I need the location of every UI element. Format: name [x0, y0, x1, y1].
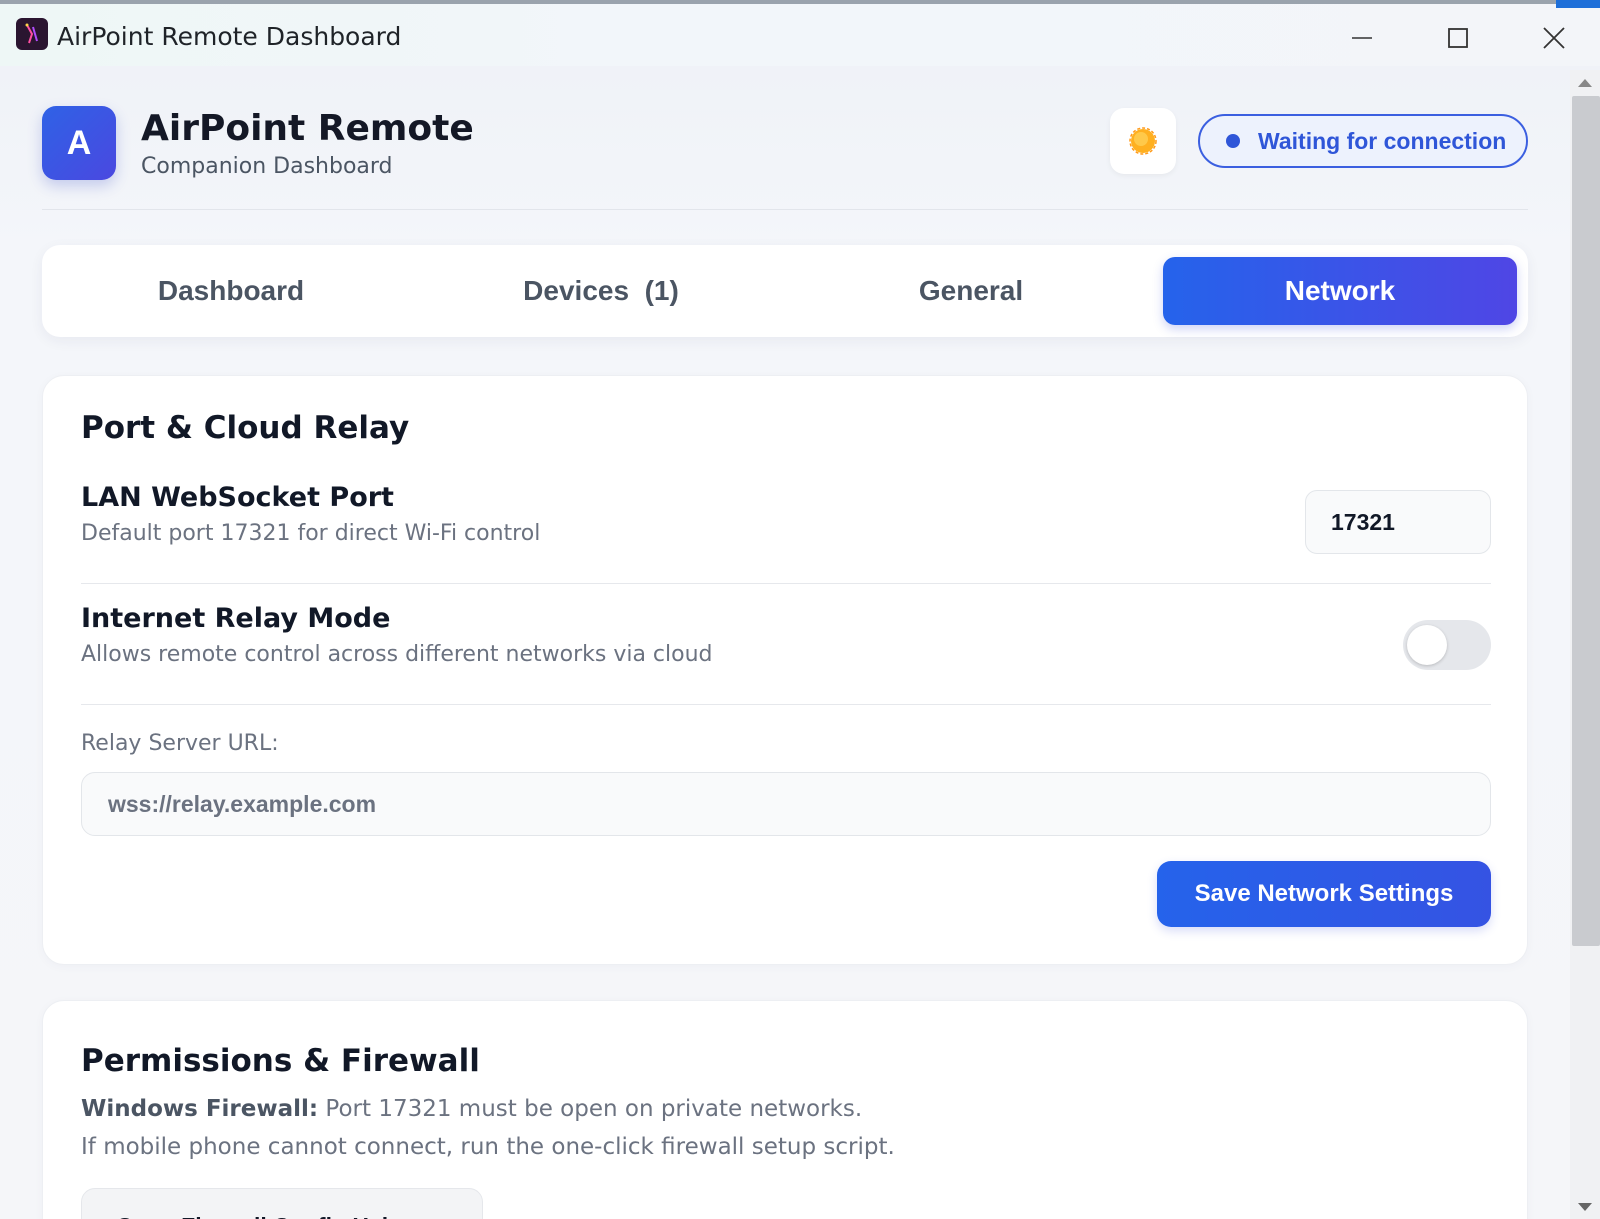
firewall-title: Permissions & Firewall	[81, 1043, 480, 1079]
title-bar: AirPoint Remote Dashboard	[0, 0, 1600, 66]
firewall-label: Windows Firewall:	[81, 1096, 319, 1122]
app-name: AirPoint Remote	[141, 108, 474, 149]
row-divider	[81, 704, 1491, 705]
app-subtitle: Companion Dashboard	[141, 154, 393, 179]
lan-port-input[interactable]: 17321	[1305, 490, 1491, 554]
open-firewall-helper-button[interactable]: Open Firewall Config Helper	[81, 1188, 483, 1219]
save-network-settings-button[interactable]: Save Network Settings	[1157, 861, 1491, 927]
lan-port-label: LAN WebSocket Port	[81, 482, 394, 513]
connection-status-text: Waiting for connection	[1258, 127, 1507, 154]
relay-url-input[interactable]: wss://relay.example.com	[81, 772, 1491, 836]
scroll-up-arrow-icon[interactable]	[1577, 76, 1593, 88]
header-divider	[42, 209, 1528, 210]
relay-mode-toggle[interactable]	[1403, 620, 1491, 670]
scrollbar-thumb[interactable]	[1572, 96, 1600, 946]
theme-toggle-button[interactable]	[1110, 108, 1176, 174]
close-icon	[1543, 27, 1565, 49]
lan-port-description: Default port 17321 for direct Wi-Fi cont…	[81, 521, 541, 546]
title-bar-accent	[1556, 0, 1600, 8]
status-dot-icon	[1226, 134, 1240, 148]
minimize-button[interactable]	[1338, 18, 1386, 58]
close-button[interactable]	[1530, 18, 1578, 58]
scroll-down-arrow-icon[interactable]	[1577, 1202, 1593, 1214]
tab-network[interactable]: Network	[1163, 257, 1517, 325]
firewall-port-note: Windows Firewall: Port 17321 must be ope…	[81, 1096, 862, 1122]
tab-general[interactable]: General	[794, 257, 1148, 325]
tab-devices[interactable]: Devices (1)	[424, 257, 778, 325]
firewall-help-text: If mobile phone cannot connect, run the …	[81, 1134, 895, 1160]
toggle-knob	[1407, 625, 1447, 665]
maximize-button[interactable]	[1434, 18, 1482, 58]
relay-mode-description: Allows remote control across different n…	[81, 642, 713, 667]
sun-icon	[1129, 127, 1157, 155]
row-divider	[81, 583, 1491, 584]
firewall-port-text: Port 17321 must be open on private netwo…	[318, 1096, 863, 1122]
port-relay-title: Port & Cloud Relay	[81, 410, 410, 446]
window-title: AirPoint Remote Dashboard	[57, 22, 402, 51]
minimize-icon	[1352, 37, 1372, 39]
maximize-icon	[1448, 28, 1468, 48]
port-relay-card: Port & Cloud Relay LAN WebSocket Port De…	[42, 375, 1528, 965]
connection-status-badge: Waiting for connection	[1198, 114, 1528, 168]
tab-bar: Dashboard Devices (1) General Network	[42, 245, 1528, 337]
app-window: AirPoint Remote Dashboard A AirPoint Rem…	[0, 0, 1600, 1219]
app-logo: A	[42, 106, 116, 180]
tab-dashboard[interactable]: Dashboard	[54, 257, 408, 325]
relay-mode-label: Internet Relay Mode	[81, 603, 391, 634]
app-icon	[16, 18, 48, 50]
relay-url-label: Relay Server URL:	[81, 731, 279, 756]
firewall-card: Permissions & Firewall Windows Firewall:…	[42, 1000, 1528, 1219]
